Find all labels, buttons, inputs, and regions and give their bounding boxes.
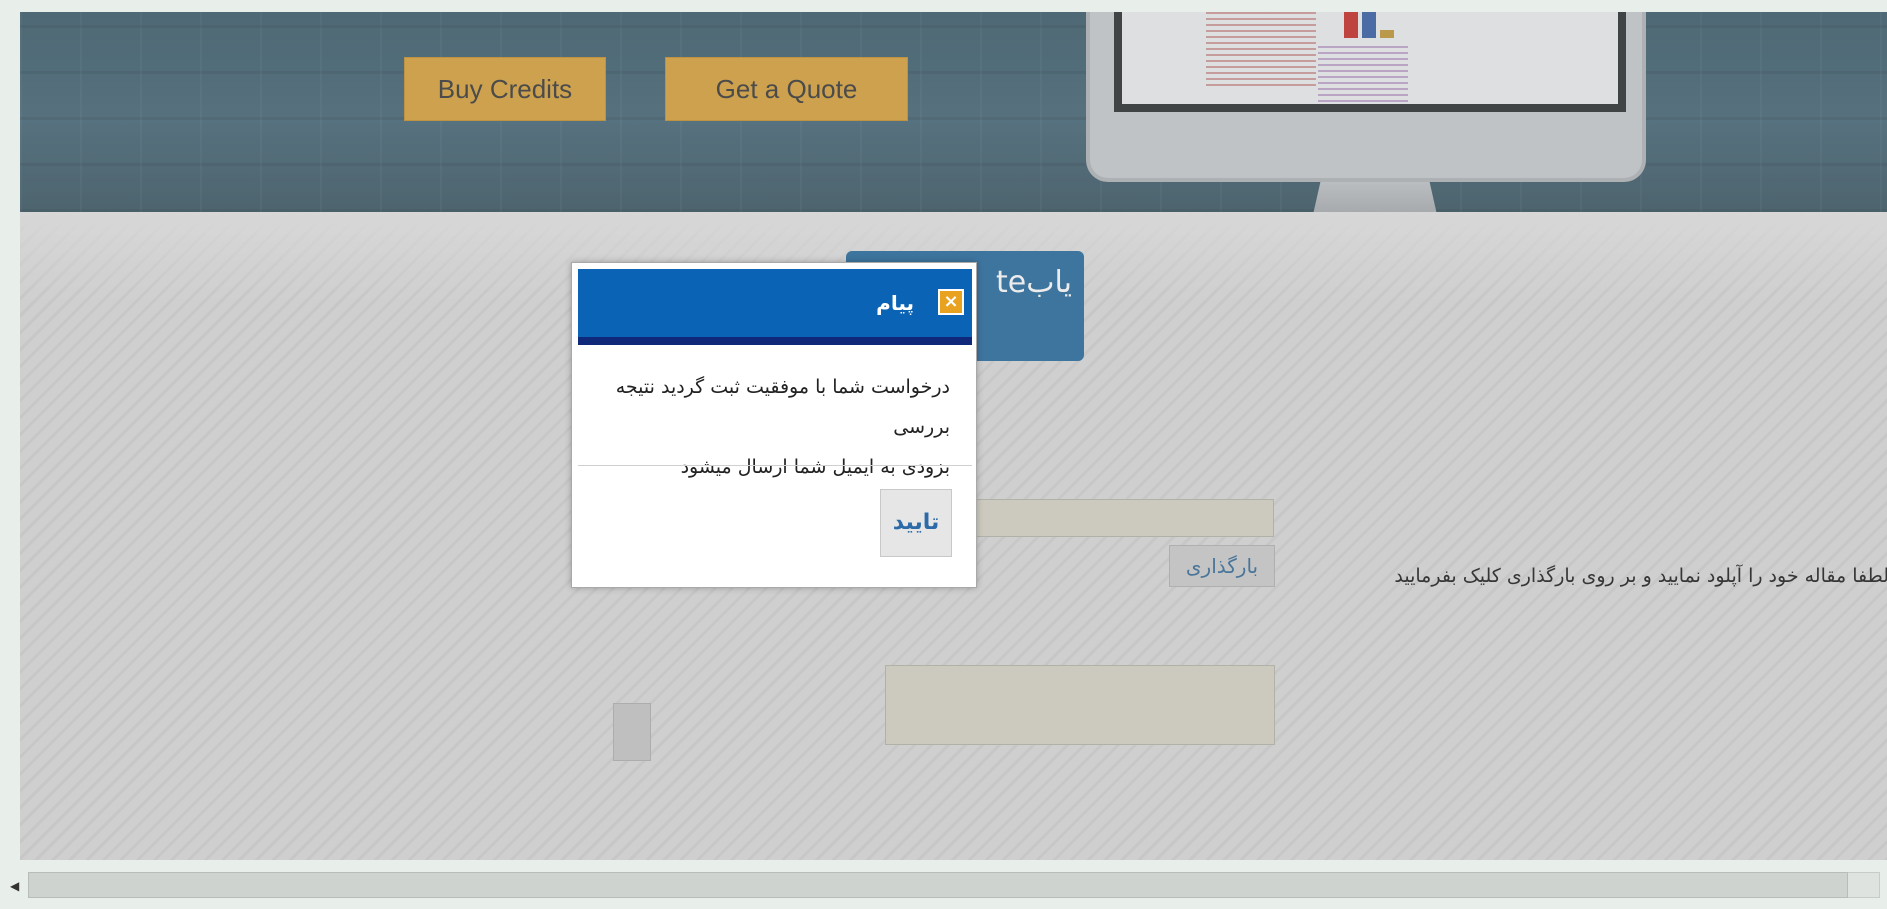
scroll-thumb[interactable] — [28, 872, 1848, 898]
dialog-divider — [578, 465, 972, 466]
horizontal-scrollbar[interactable]: ◀ — [0, 860, 1887, 909]
dialog-title: پیام — [876, 291, 914, 315]
dialog-message-line-1: درخواست شما با موفقیت ثبت گردید نتیجه بر… — [615, 376, 950, 438]
dialog-message-line-2: بزودی به ایمیل شما ارسال میشود — [680, 456, 950, 478]
close-icon[interactable]: × — [938, 289, 964, 315]
message-dialog: پیام × درخواست شما با موفقیت ثبت گردید ن… — [571, 262, 977, 588]
dialog-header: پیام × — [578, 269, 972, 345]
scroll-left-arrow-icon[interactable]: ◀ — [10, 879, 19, 893]
confirm-button[interactable]: تایید — [880, 489, 952, 557]
dialog-message: درخواست شما با موفقیت ثبت گردید نتیجه بر… — [580, 367, 950, 487]
